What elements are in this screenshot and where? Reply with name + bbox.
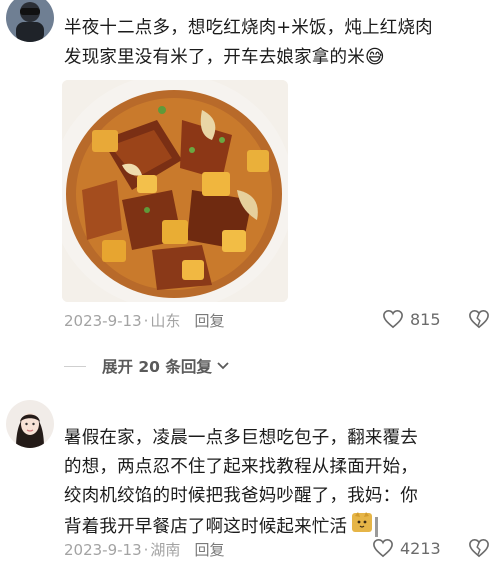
like-count: 4213 [400,538,441,558]
comment-meta: 2023-9-13 · 山东 回复 [64,310,224,331]
grinning-sweat-emoji-icon: 😅 [364,46,385,68]
avatar[interactable] [6,0,54,42]
chevron-down-icon [217,362,229,370]
comment-text: 半夜十二点多，想吃红烧肉+米饭，炖上红烧肉 发现家里没有米了，开车去娘家拿的米😅 [64,14,494,73]
comment-meta: 2023-9-13 · 湖南 回复 [64,539,224,560]
comment-date: 2023-9-13 [64,540,142,559]
cat-sticker-icon [351,511,373,543]
like-button[interactable]: 4213 [372,538,441,558]
comment-photo[interactable] [62,80,288,302]
dislike-button[interactable] [468,309,490,333]
like-button[interactable]: 815 [382,309,441,329]
comment-line: 发现家里没有米了，开车去娘家拿的米😅 [64,43,494,73]
heart-outline-icon [383,309,403,329]
meta-separator: · [143,311,149,330]
comment-text: 暑假在家，凌晨一点多巨想吃包子，翻来覆去 的想，两点忍不住了起来找教程从揉面开始… [64,424,494,543]
meta-separator: · [143,540,149,559]
comment-line: 的想，两点忍不住了起来找教程从揉面开始， [64,457,418,477]
divider-line [64,365,86,367]
comment-line: 暑假在家，凌晨一点多巨想吃包子，翻来覆去 [64,428,418,448]
dislike-button[interactable] [468,538,490,562]
avatar[interactable] [6,400,54,448]
expand-replies-label: 展开 20 条回复 [102,358,212,376]
comment-location: 湖南 [150,541,181,559]
text-cursor [375,517,379,537]
reply-button[interactable]: 回复 [194,539,224,560]
heart-outline-icon [373,538,393,558]
reply-button[interactable]: 回复 [194,310,224,331]
comment-line: 半夜十二点多，想吃红烧肉+米饭，炖上红烧肉 [64,18,433,38]
comment-location: 山东 [150,312,181,330]
like-count: 815 [410,309,441,329]
broken-heart-icon [469,538,489,558]
comment-line: 绞肉机绞馅的时候把我爸妈吵醒了，我妈：你 [64,486,418,506]
comment-date: 2023-9-13 [64,311,142,330]
broken-heart-icon [469,309,489,329]
expand-replies-button[interactable]: 展开 20 条回复 [64,355,230,377]
